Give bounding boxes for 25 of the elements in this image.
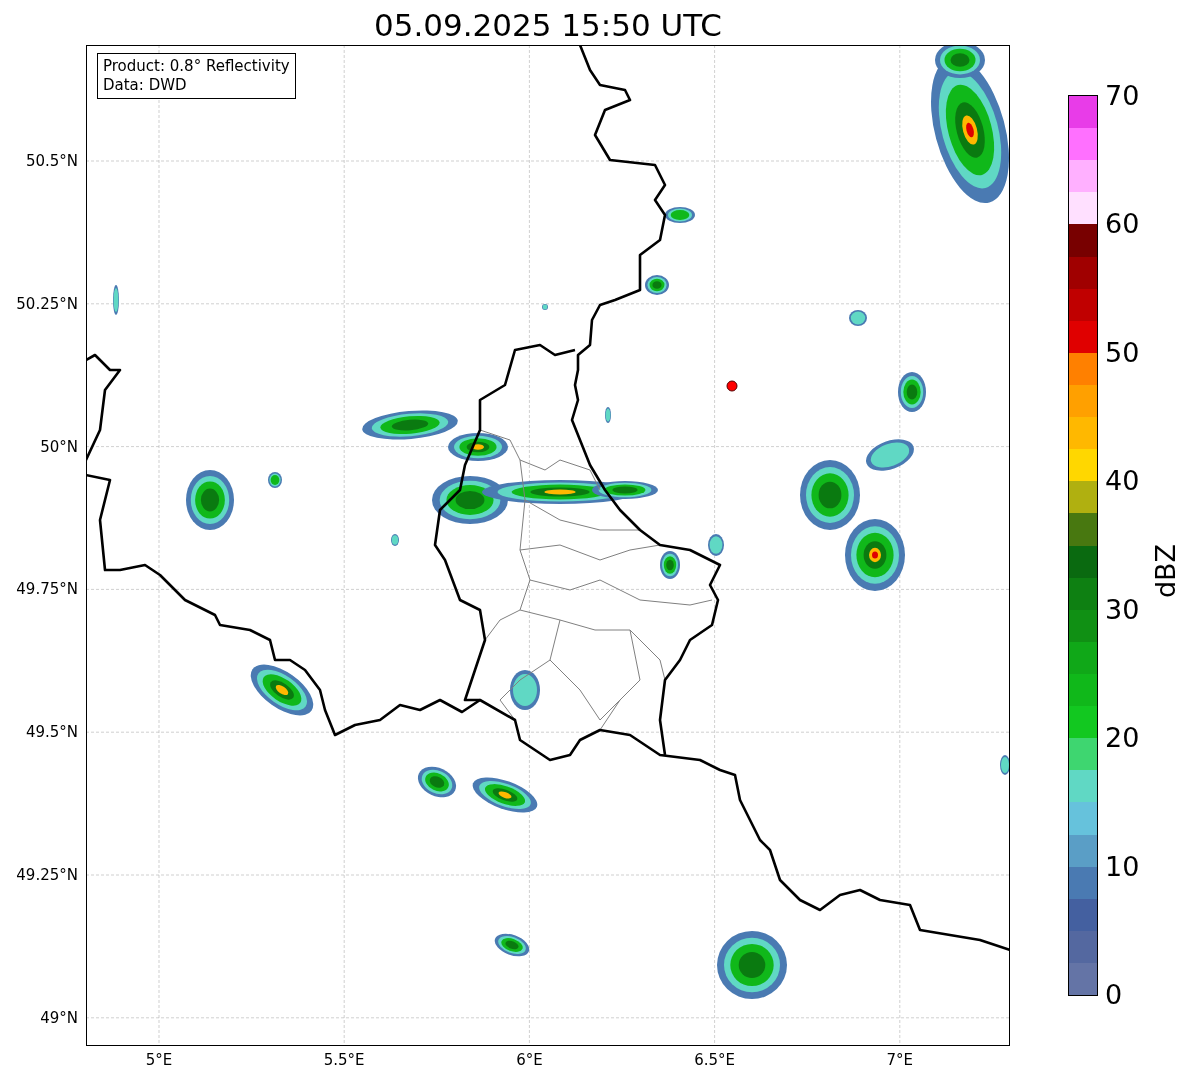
colorbar-tick-label: 20 xyxy=(1105,723,1140,754)
latitude-label: 49.75°N xyxy=(16,580,78,599)
colorbar-tick-label: 30 xyxy=(1105,594,1140,625)
colorbar-tick-label: 10 xyxy=(1105,851,1140,882)
latitude-label: 49.25°N xyxy=(16,866,78,884)
longitude-label: 5.5°E xyxy=(323,1051,365,1069)
latitude-label: 50.25°N xyxy=(16,294,78,313)
colorbar-tick-label: 0 xyxy=(1105,980,1123,1010)
longitude-label: 6°E xyxy=(516,1051,543,1069)
colorbar-tick-label: 60 xyxy=(1105,209,1140,240)
colorbar-label: dBZ xyxy=(1150,543,1182,598)
longitude-label: 5°E xyxy=(145,1051,173,1069)
latitude-label: 50.5°N xyxy=(25,152,78,170)
latitude-label: 50°N xyxy=(40,437,78,456)
info-text: Data: DWD xyxy=(103,76,188,95)
colorbar-tick-label: 50 xyxy=(1105,337,1140,368)
longitude-label: 6.5°E xyxy=(694,1051,735,1069)
longitude-label: 7°E xyxy=(886,1051,914,1069)
latitude-label: 49°N xyxy=(40,1008,78,1027)
colorbar-tick-label: 70 xyxy=(1105,81,1140,111)
location-marker xyxy=(726,380,738,392)
info-text: Product: 0.8° Reflectivity xyxy=(103,57,290,76)
plot-title: 05.09.2025 15:50 UTC xyxy=(374,5,722,45)
latitude-label: 49.5°N xyxy=(25,723,78,742)
colorbar-tick-label: 40 xyxy=(1105,466,1140,497)
